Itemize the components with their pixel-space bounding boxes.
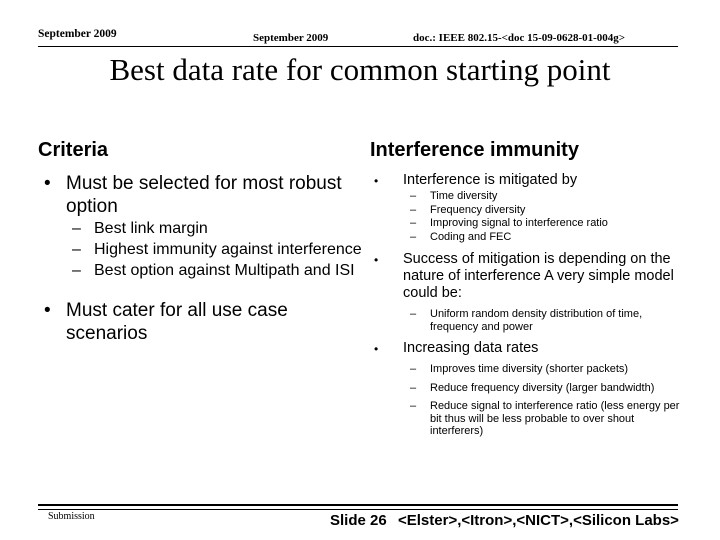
dash-icon: – bbox=[410, 400, 417, 412]
list-item: – Highest immunity against interference bbox=[38, 240, 368, 260]
header-divider bbox=[38, 46, 678, 47]
list-item: – Time diversity bbox=[370, 190, 686, 203]
criteria-heading: Criteria bbox=[38, 139, 109, 161]
slide-canvas: September 2009 September 2009 doc.: IEEE… bbox=[0, 0, 720, 540]
bullet-icon: • bbox=[374, 174, 379, 188]
footer-submission-label: Submission bbox=[48, 511, 95, 522]
list-item: • Interference is mitigated by bbox=[370, 172, 686, 189]
list-item: – Reduce signal to interference ratio (l… bbox=[370, 400, 686, 438]
bullet-icon: • bbox=[44, 173, 51, 194]
list-item-text: Improving signal to interference ratio bbox=[430, 217, 608, 229]
list-item: • Must cater for all use case scenarios bbox=[38, 299, 368, 345]
list-item-text: Highest immunity against interference bbox=[94, 241, 362, 258]
bullet-icon: • bbox=[374, 342, 379, 356]
list-item: – Best link margin bbox=[38, 219, 368, 239]
list-item-text: Best link margin bbox=[94, 220, 208, 237]
dash-icon: – bbox=[410, 230, 417, 243]
list-item: • Must be selected for most robust optio… bbox=[38, 172, 368, 218]
interference-immunity-column: Interference immunity • Interference is … bbox=[370, 138, 686, 438]
list-item-text: Best option against Multipath and ISI bbox=[94, 262, 355, 279]
bullet-icon: • bbox=[374, 253, 379, 267]
dash-icon: – bbox=[410, 190, 417, 202]
list-item: – Coding and FEC bbox=[370, 231, 686, 244]
list-item: • Success of mitigation is depending on … bbox=[370, 251, 686, 302]
list-item-text: Must be selected for most robust option bbox=[66, 173, 342, 217]
list-item: – Best option against Multipath and ISI bbox=[38, 261, 368, 281]
dash-icon: – bbox=[410, 217, 417, 229]
footer-divider-thick bbox=[38, 504, 678, 506]
dash-icon: – bbox=[410, 363, 417, 375]
dash-icon: – bbox=[72, 262, 81, 279]
list-item: • Increasing data rates bbox=[370, 340, 686, 357]
list-item: – Reduce frequency diversity (larger ban… bbox=[370, 382, 686, 395]
list-item-text: Time diversity bbox=[430, 190, 498, 202]
list-item-text: Increasing data rates bbox=[403, 340, 539, 356]
footer-authors: <Elster>,<Itron>,<NICT>,<Silicon Labs> bbox=[398, 512, 679, 529]
header-date-outer: September 2009 bbox=[38, 28, 117, 40]
criteria-column: Criteria • Must be selected for most rob… bbox=[38, 138, 368, 345]
dash-icon: – bbox=[410, 381, 417, 394]
footer-slide-number: Slide 26 bbox=[330, 512, 387, 529]
dash-icon: – bbox=[72, 241, 81, 258]
bullet-icon: • bbox=[44, 300, 51, 321]
dash-icon: – bbox=[410, 203, 417, 216]
list-item-text: Improves time diversity (shorter packets… bbox=[430, 363, 629, 375]
slide-title: Best data rate for common starting point bbox=[109, 52, 611, 87]
header-date-inner: September 2009 bbox=[253, 32, 329, 44]
list-item-text: Frequency diversity bbox=[430, 203, 526, 216]
dash-icon: – bbox=[72, 220, 81, 237]
list-item: – Uniform random density distribution of… bbox=[370, 308, 686, 333]
list-item-text: Uniform random density distribution of t… bbox=[430, 308, 643, 333]
list-item-text: Interference is mitigated by bbox=[403, 172, 578, 188]
dash-icon: – bbox=[410, 308, 417, 320]
list-item: – Improves time diversity (shorter packe… bbox=[370, 363, 686, 376]
header-doc-reference: doc.: IEEE 802.15-<doc 15-09-0628-01-004… bbox=[413, 32, 626, 44]
list-item-text: Reduce signal to interference ratio (les… bbox=[430, 400, 680, 437]
list-item: – Improving signal to interference ratio bbox=[370, 217, 686, 230]
list-item: – Frequency diversity bbox=[370, 204, 686, 217]
list-item-text: Success of mitigation is depending on th… bbox=[403, 251, 674, 301]
list-item-text: Must cater for all use case scenarios bbox=[66, 300, 288, 344]
list-item-text: Reduce frequency diversity (larger bandw… bbox=[430, 381, 655, 394]
interference-immunity-heading: Interference immunity bbox=[370, 139, 579, 161]
list-item-text: Coding and FEC bbox=[430, 230, 512, 243]
footer-divider-thin bbox=[38, 509, 678, 510]
